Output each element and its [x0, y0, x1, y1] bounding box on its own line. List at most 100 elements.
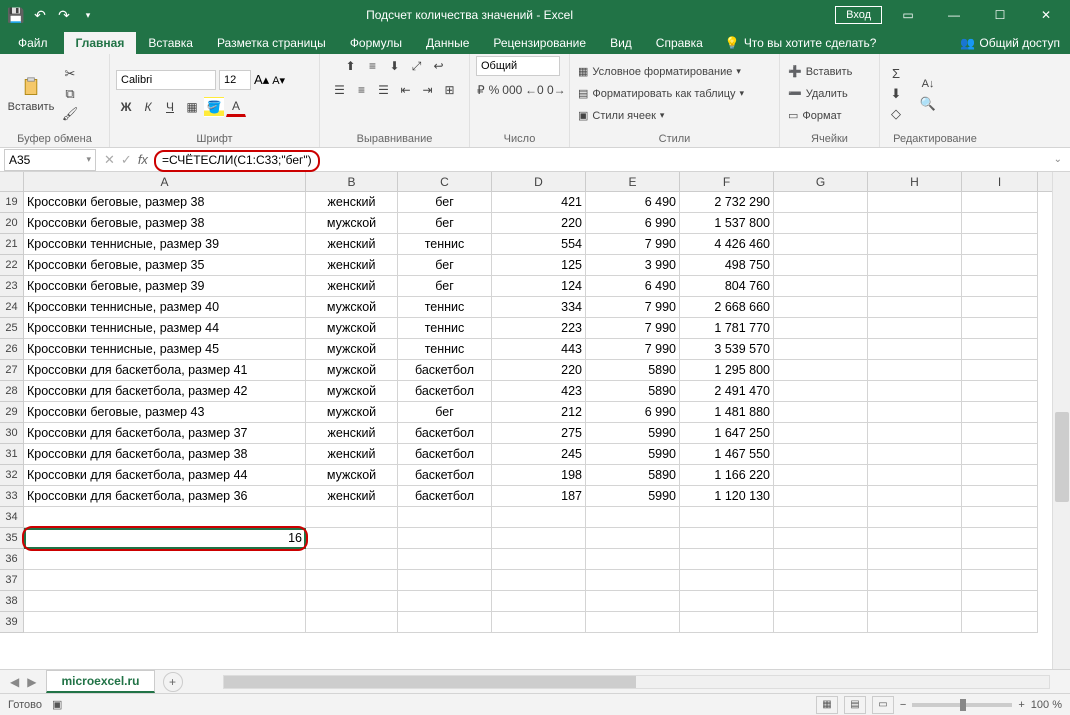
cell[interactable] — [398, 570, 492, 591]
comma-icon[interactable]: 000 — [502, 80, 522, 100]
tab-view[interactable]: Вид — [598, 32, 644, 54]
cell[interactable] — [868, 486, 962, 507]
cell[interactable]: 223 — [492, 318, 586, 339]
row-header[interactable]: 28 — [0, 381, 24, 402]
enter-formula-icon[interactable]: ✓ — [121, 152, 132, 168]
tab-insert[interactable]: Вставка — [136, 32, 205, 54]
format-cells-button[interactable]: ▭Формат — [786, 105, 854, 126]
cell[interactable]: 423 — [492, 381, 586, 402]
cell[interactable] — [962, 213, 1038, 234]
fill-icon[interactable]: ⬇ — [886, 85, 906, 103]
row-header[interactable]: 29 — [0, 402, 24, 423]
cell[interactable] — [962, 528, 1038, 549]
cell[interactable]: 275 — [492, 423, 586, 444]
insert-cells-button[interactable]: ➕Вставить — [786, 61, 854, 82]
cell[interactable]: 5990 — [586, 423, 680, 444]
cell[interactable] — [868, 297, 962, 318]
cell[interactable] — [398, 591, 492, 612]
cell[interactable]: 2 668 660 — [680, 297, 774, 318]
cell[interactable]: 5890 — [586, 381, 680, 402]
row-header[interactable]: 33 — [0, 486, 24, 507]
row-header[interactable]: 25 — [0, 318, 24, 339]
copy-icon[interactable]: ⧉ — [60, 85, 80, 103]
horizontal-scrollbar[interactable] — [223, 675, 1050, 689]
view-normal-icon[interactable]: ▦ — [816, 696, 838, 714]
cell[interactable]: мужской — [306, 318, 398, 339]
row-header[interactable]: 35 — [0, 528, 24, 549]
cell[interactable]: мужской — [306, 465, 398, 486]
tab-file[interactable]: Файл — [2, 32, 64, 54]
cell[interactable]: 3 990 — [586, 255, 680, 276]
borders-icon[interactable]: ▦ — [182, 97, 202, 117]
close-icon[interactable]: ✕ — [1026, 0, 1066, 30]
underline-button[interactable]: Ч — [160, 97, 180, 117]
cell[interactable] — [774, 381, 868, 402]
name-box[interactable]: A35 — [4, 149, 96, 171]
tab-data[interactable]: Данные — [414, 32, 481, 54]
row-header[interactable]: 37 — [0, 570, 24, 591]
cell[interactable] — [306, 549, 398, 570]
login-button[interactable]: Вход — [835, 6, 882, 24]
cell[interactable]: бег — [398, 255, 492, 276]
percent-icon[interactable]: % — [488, 80, 501, 100]
cell[interactable] — [868, 402, 962, 423]
zoom-slider[interactable] — [912, 703, 1012, 707]
view-page-layout-icon[interactable]: ▤ — [844, 696, 866, 714]
increase-indent-icon[interactable]: ⇥ — [418, 80, 438, 100]
cell[interactable]: 1 467 550 — [680, 444, 774, 465]
tab-review[interactable]: Рецензирование — [481, 32, 598, 54]
tab-home[interactable]: Главная — [64, 32, 137, 54]
cell[interactable] — [868, 360, 962, 381]
cell[interactable] — [586, 549, 680, 570]
cell[interactable] — [774, 444, 868, 465]
row-header[interactable]: 20 — [0, 213, 24, 234]
cell[interactable] — [774, 423, 868, 444]
cell[interactable] — [868, 528, 962, 549]
cell[interactable] — [774, 507, 868, 528]
share-button[interactable]: 👥 Общий доступ — [950, 32, 1070, 54]
cell[interactable] — [962, 255, 1038, 276]
col-header-I[interactable]: I — [962, 172, 1038, 191]
zoom-out-icon[interactable]: − — [900, 699, 906, 711]
col-header-G[interactable]: G — [774, 172, 868, 191]
col-header-D[interactable]: D — [492, 172, 586, 191]
cut-icon[interactable]: ✂ — [60, 65, 80, 83]
cell[interactable] — [680, 507, 774, 528]
cell[interactable] — [962, 192, 1038, 213]
hscroll-thumb[interactable] — [224, 676, 637, 688]
cell[interactable] — [306, 528, 398, 549]
number-format-combo[interactable] — [476, 56, 560, 76]
col-header-F[interactable]: F — [680, 172, 774, 191]
col-header-H[interactable]: H — [868, 172, 962, 191]
cell[interactable]: женский — [306, 192, 398, 213]
cell[interactable]: теннис — [398, 318, 492, 339]
tab-help[interactable]: Справка — [644, 32, 715, 54]
zoom-level[interactable]: 100 % — [1031, 699, 1062, 711]
cell[interactable] — [962, 465, 1038, 486]
cell[interactable]: 6 990 — [586, 213, 680, 234]
cell[interactable]: 443 — [492, 339, 586, 360]
cell[interactable] — [868, 276, 962, 297]
cell[interactable]: 1 647 250 — [680, 423, 774, 444]
cell[interactable] — [774, 591, 868, 612]
scroll-thumb[interactable] — [1055, 412, 1069, 502]
cancel-formula-icon[interactable]: ✕ — [104, 152, 115, 168]
col-header-B[interactable]: B — [306, 172, 398, 191]
cell[interactable]: Кроссовки для баскетбола, размер 38 — [24, 444, 306, 465]
cell[interactable]: женский — [306, 276, 398, 297]
cell[interactable] — [774, 297, 868, 318]
row-header[interactable]: 39 — [0, 612, 24, 633]
cell[interactable]: 212 — [492, 402, 586, 423]
cell[interactable]: Кроссовки беговые, размер 43 — [24, 402, 306, 423]
cell[interactable] — [774, 465, 868, 486]
cell[interactable] — [680, 612, 774, 633]
cell[interactable] — [492, 528, 586, 549]
cell[interactable]: 1 537 800 — [680, 213, 774, 234]
cell[interactable] — [774, 528, 868, 549]
cell[interactable] — [962, 297, 1038, 318]
cell[interactable]: 334 — [492, 297, 586, 318]
cell[interactable]: 220 — [492, 360, 586, 381]
cell[interactable]: 2 491 470 — [680, 381, 774, 402]
row-header[interactable]: 19 — [0, 192, 24, 213]
font-name-input[interactable] — [116, 70, 216, 90]
